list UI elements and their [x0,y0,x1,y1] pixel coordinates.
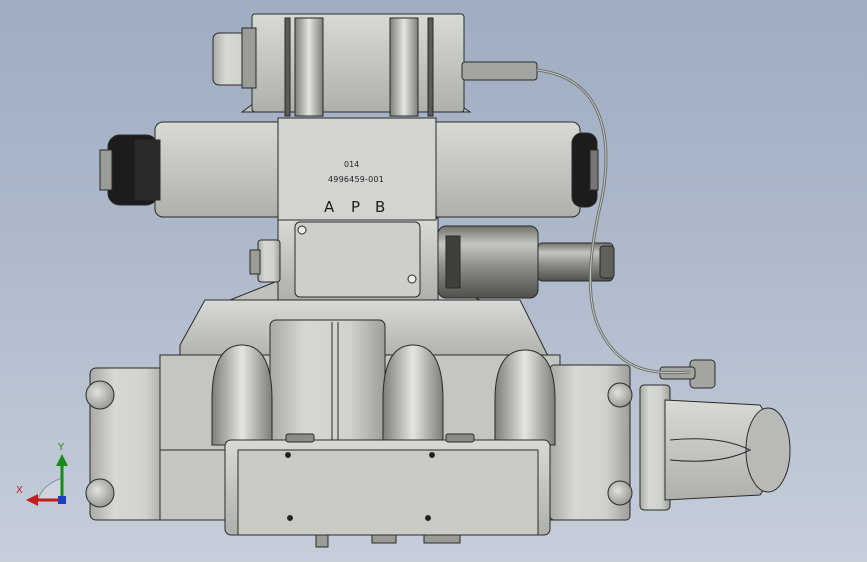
top-cable-gland [461,61,538,81]
sensor-cable [536,68,691,375]
left-boss-bottom [85,478,115,508]
bottom-stub-2 [371,534,397,544]
top-rib-1 [294,17,324,117]
top-rib-2 [389,17,419,117]
right-boss-bottom [607,480,633,506]
port-rib-right [494,349,556,446]
right-boss-top [607,382,633,408]
front-plate-inner [237,449,539,536]
left-nut [257,239,281,283]
orientation-triad [26,454,68,506]
bottom-stub-1 [315,534,329,548]
cad-viewport[interactable]: 014 4996459-001 A P B Y X [0,0,867,562]
port-label-p: P [351,198,361,216]
axis-label-y: Y [58,442,65,453]
part-number-line-2: 4996459-001 [328,175,384,184]
port-rib-center [382,344,444,446]
port-label-b: B [375,198,386,216]
pilot-plate [294,221,421,298]
axis-label-x: X [16,485,23,496]
actuator-end [745,407,791,493]
left-boss-top [85,380,115,410]
z-axis-marker [58,496,66,504]
valve-assembly-model [26,13,791,548]
lug-left [285,433,315,443]
bottom-stub-3 [423,534,461,544]
center-column [269,319,386,446]
port-label-a: A [324,198,335,216]
port-rib-left [211,344,273,446]
part-number-line-1: 014 [344,160,360,169]
lug-right [445,433,475,443]
